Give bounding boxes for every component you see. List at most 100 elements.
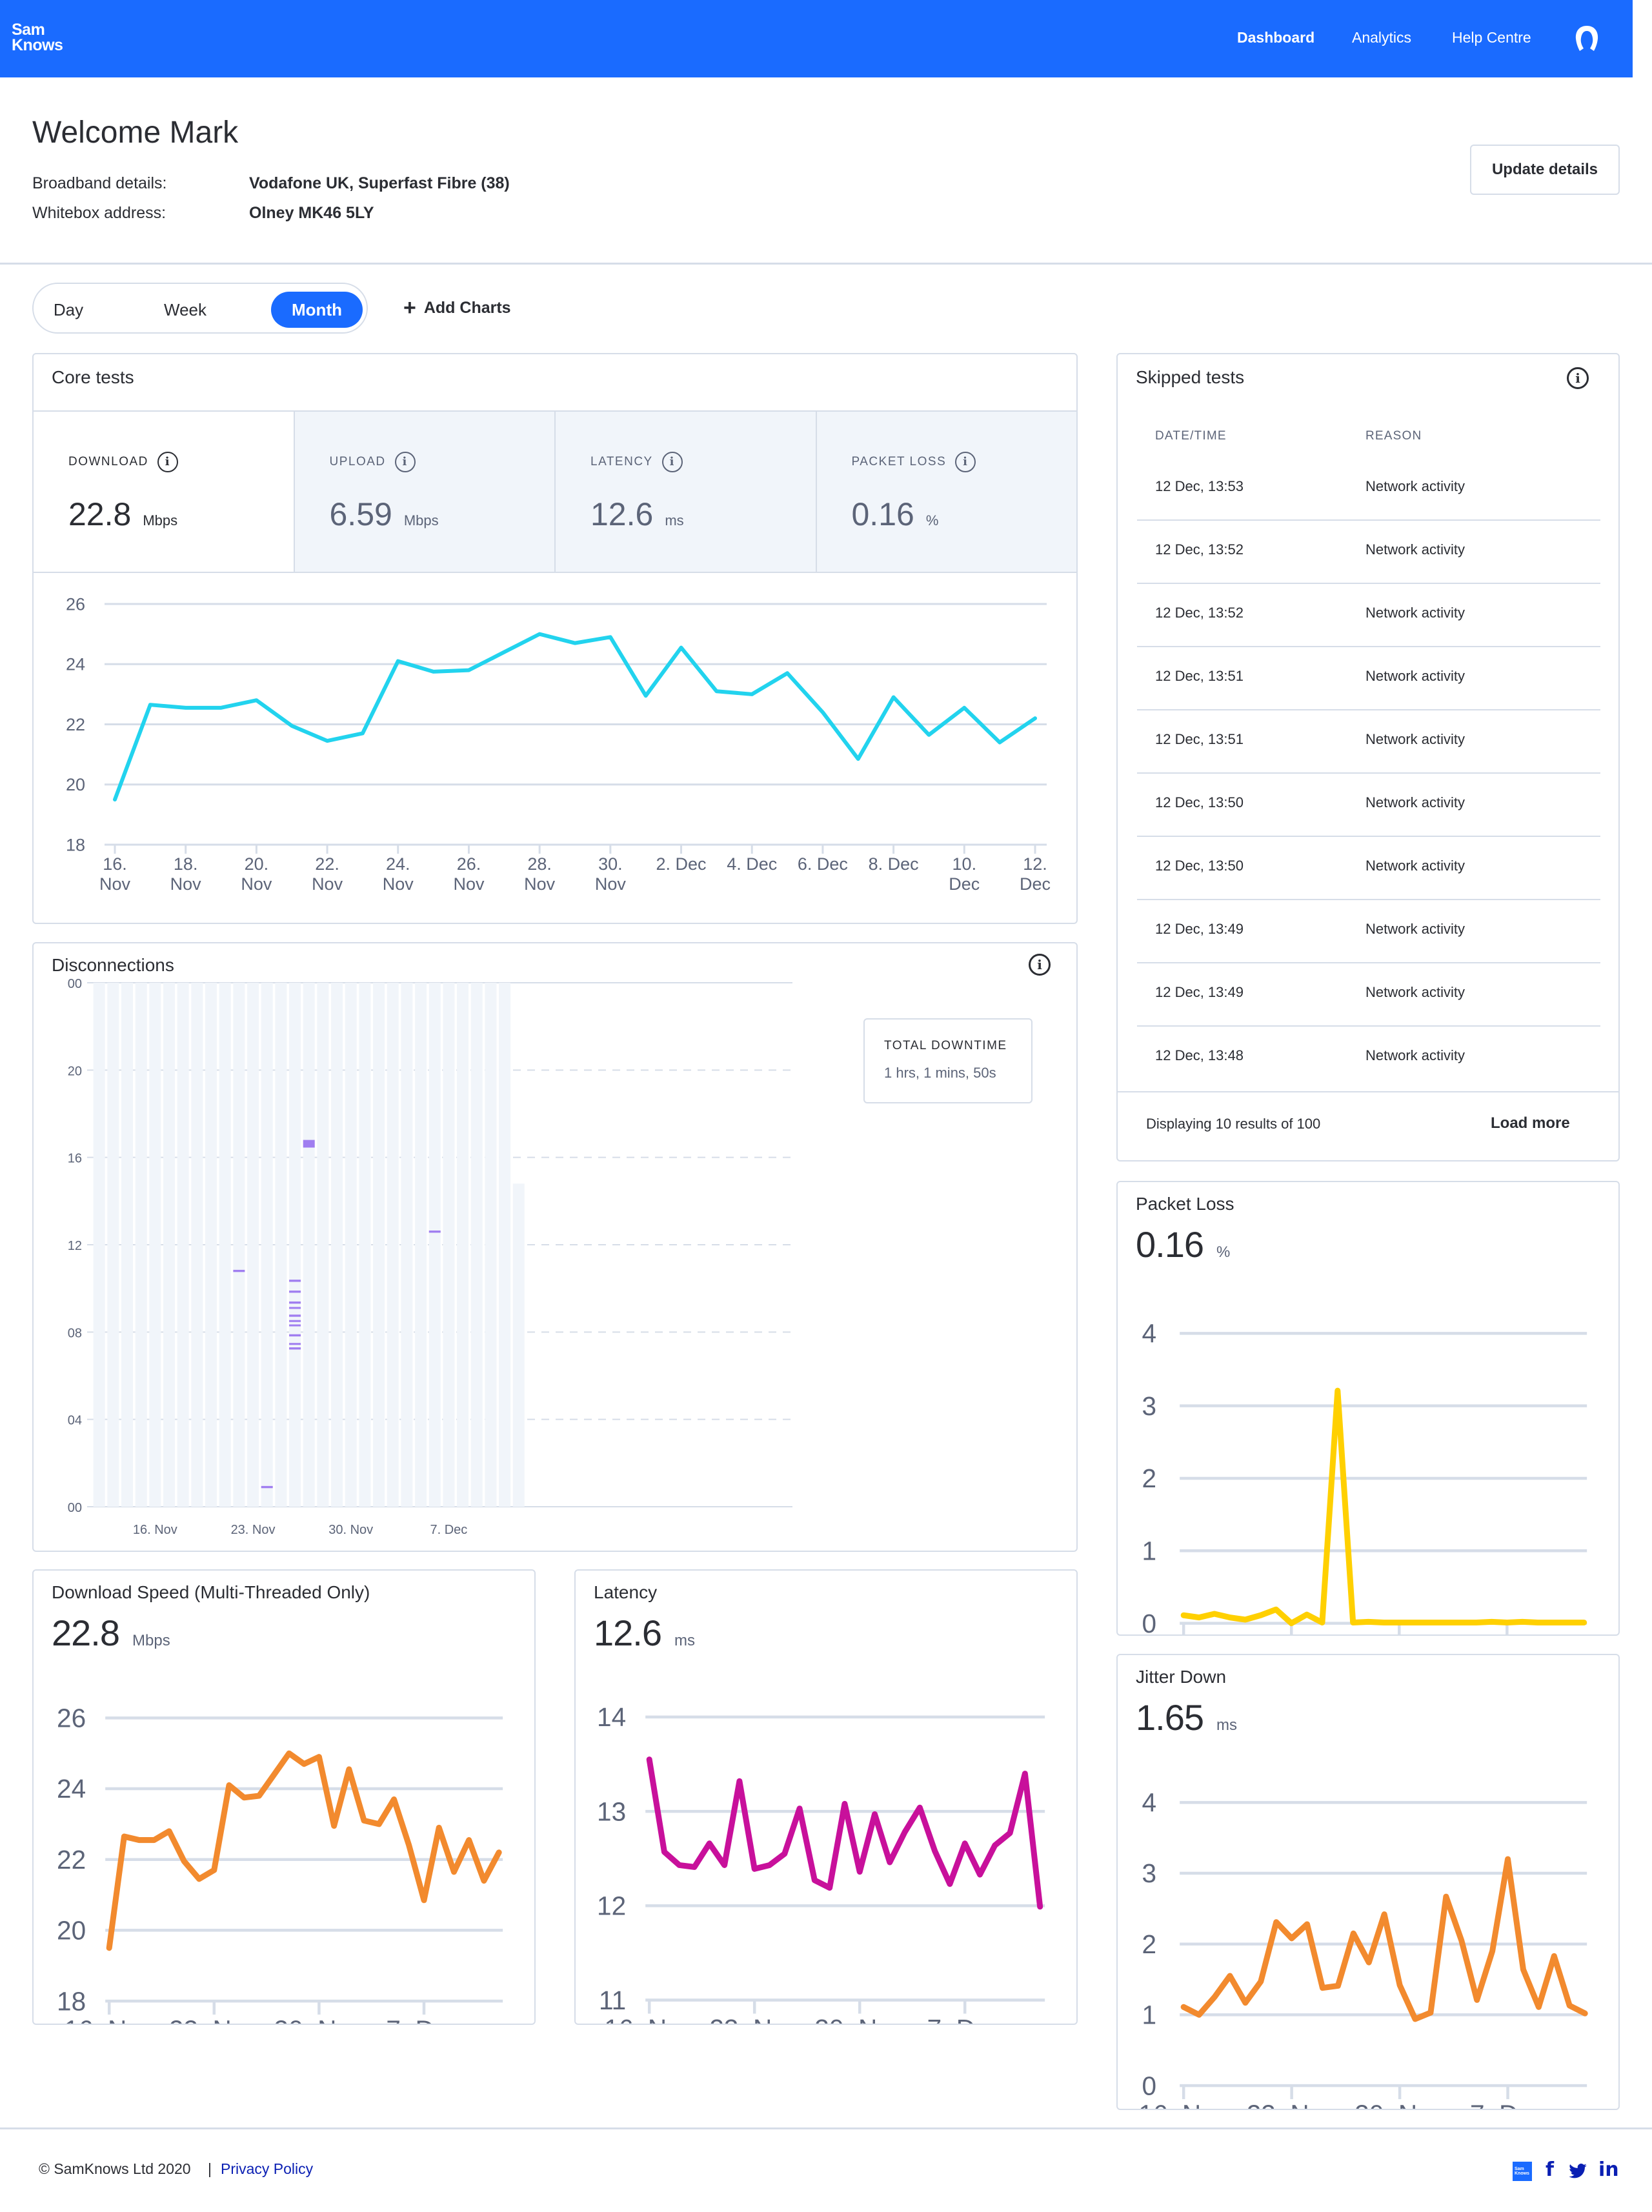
series-line <box>646 1756 1043 1910</box>
skipped-datetime: 12 Dec, 13:50 <box>1155 794 1244 810</box>
metric-tile-upload[interactable]: UPLOAD i 6.59 Mbps <box>293 412 554 572</box>
tile-label: LATENCY <box>590 455 653 468</box>
table-row: 12 Dec, 13:49 Network activity <box>1137 963 1600 1027</box>
info-icon[interactable]: i <box>955 452 976 472</box>
metric-tile-latency[interactable]: LATENCY i 12.6 ms <box>554 412 816 572</box>
linkedin-icon[interactable]: in <box>1598 2159 1619 2181</box>
disconnection-event <box>289 1320 301 1322</box>
y-tick-label: 00 <box>68 1501 82 1515</box>
y-tick-label: 4 <box>1142 1319 1157 1349</box>
privacy-policy-link[interactable]: Privacy Policy <box>221 2160 313 2178</box>
disconnection-event <box>289 1314 301 1317</box>
tile-value: 12.6 <box>590 496 654 532</box>
x-tick-label: 6. Dec <box>798 854 848 874</box>
range-option-week[interactable]: Week <box>150 292 221 328</box>
nav-analytics[interactable]: Analytics <box>1352 28 1411 47</box>
samknows-footer-logo[interactable]: Sam Knows <box>1513 2162 1532 2181</box>
skipped-reason: Network activity <box>1365 794 1466 810</box>
page-title: Welcome Mark <box>32 116 239 150</box>
info-icon[interactable]: i <box>394 452 416 472</box>
card-title: Disconnections <box>52 955 174 975</box>
table-row: 12 Dec, 13:50 Network activity <box>1137 774 1600 837</box>
info-icon[interactable]: i <box>1029 954 1051 976</box>
load-more-button[interactable]: Load more <box>1491 1114 1570 1132</box>
info-icon[interactable]: i <box>661 452 683 472</box>
series-line <box>1180 1856 1588 2022</box>
nav-dashboard[interactable]: Dashboard <box>1237 28 1315 47</box>
x-tick-label: 30. Nov <box>814 2014 905 2024</box>
x-tick-label: 7. Dec <box>927 2014 1003 2024</box>
disconnection-event <box>303 1140 315 1148</box>
skipped-reason: Network activity <box>1365 541 1466 558</box>
section-divider <box>0 263 1652 265</box>
x-tick-label: 30. Nov <box>274 2015 365 2024</box>
series-line <box>106 1750 502 1951</box>
y-tick-label: 20 <box>68 1064 82 1078</box>
y-tick-label: 20 <box>57 1916 86 1946</box>
range-option-month[interactable]: Month <box>271 292 363 328</box>
jitter-down-card: 0 1 2 3 4 16. Nov 23. Nov 30. Nov 7. Dec Jitter … <box>1116 1654 1620 2110</box>
y-tick-label: 3 <box>1142 1858 1157 1888</box>
tile-unit: ms <box>665 512 684 528</box>
day-column <box>359 983 371 1507</box>
x-tick-label: 2. Dec <box>656 854 707 874</box>
y-tick-label: 12 <box>68 1239 82 1253</box>
y-tick-label: 14 <box>597 1702 626 1732</box>
table-row: 12 Dec, 13:53 Network activity <box>1137 457 1600 521</box>
y-tick-label: 22 <box>57 1845 86 1875</box>
day-column <box>121 983 134 1507</box>
tile-value: 0.16 <box>851 496 914 532</box>
samknows-logo[interactable]: Sam Knows <box>12 22 63 54</box>
whitebox-address-label: Whitebox address: <box>32 204 166 222</box>
y-tick-label: 4 <box>1142 1788 1157 1818</box>
table-row: 12 Dec, 13:52 Network activity <box>1137 521 1600 584</box>
info-icon[interactable]: i <box>1567 367 1589 389</box>
y-tick-label: 1 <box>1142 1536 1157 1565</box>
whitebox-address-value: Olney MK46 5LY <box>249 204 374 222</box>
skipped-reason: Network activity <box>1365 731 1466 747</box>
day-column <box>107 983 119 1507</box>
x-tick-label: 4. Dec <box>727 854 777 874</box>
user-avatar-icon[interactable] <box>1573 25 1601 53</box>
footer-divider <box>0 2127 1652 2129</box>
add-charts-button[interactable]: + Add Charts <box>403 294 511 322</box>
tile-unit: Mbps <box>143 512 178 528</box>
skipped-tests-card: Skipped tests i DATE/TIME REASON 12 Dec,… <box>1116 353 1620 1161</box>
day-column <box>261 983 273 1507</box>
y-tick-label: 04 <box>68 1414 82 1428</box>
day-column <box>289 983 301 1507</box>
x-tick-label: 23. Nov <box>1247 2100 1337 2109</box>
skipped-datetime: 12 Dec, 13:50 <box>1155 858 1244 874</box>
x-tick-label: Dec <box>1020 874 1051 894</box>
day-column <box>470 983 483 1507</box>
y-tick-label: 13 <box>597 1796 626 1826</box>
disconnection-event <box>289 1334 301 1337</box>
facebook-icon[interactable]: f <box>1546 2159 1554 2181</box>
skipped-reason: Network activity <box>1365 668 1466 684</box>
day-column <box>163 983 176 1507</box>
y-tick-label: 08 <box>68 1326 82 1340</box>
nav-help-centre[interactable]: Help Centre <box>1452 28 1531 47</box>
summary-value: 0.16 <box>1136 1224 1204 1265</box>
y-tick-label: 26 <box>66 594 85 614</box>
x-tick-label: Nov <box>383 874 414 894</box>
range-option-day[interactable]: Day <box>43 292 94 328</box>
y-tick-label: 18 <box>57 1986 86 2016</box>
skipped-reason: Network activity <box>1365 605 1466 621</box>
x-tick-label: 28. <box>527 854 552 874</box>
metric-tile-packet-loss[interactable]: PACKET LOSS i 0.16% <box>815 412 1076 572</box>
x-tick-label: 12. <box>1023 854 1047 874</box>
skipped-datetime: 12 Dec, 13:53 <box>1155 478 1244 494</box>
y-tick-label: 12 <box>597 1891 626 1921</box>
total-downtime-value: 1 hrs, 1 mins, 50s <box>884 1065 996 1081</box>
x-tick-label: Nov <box>595 874 627 894</box>
skipped-datetime: 12 Dec, 13:48 <box>1155 1047 1244 1063</box>
metric-tile-download[interactable]: DOWNLOAD i 22.8 Mbps <box>34 412 294 572</box>
table-row: 12 Dec, 13:51 Network activity <box>1137 710 1600 774</box>
day-column <box>443 983 455 1507</box>
twitter-icon[interactable] <box>1568 2162 1587 2181</box>
update-details-button[interactable]: Update details <box>1470 145 1620 195</box>
x-tick-label: 16. Nov <box>133 1523 177 1537</box>
info-icon[interactable]: i <box>157 452 178 472</box>
total-downtime-box: TOTAL DOWNTIME 1 hrs, 1 mins, 50s <box>863 1018 1032 1103</box>
